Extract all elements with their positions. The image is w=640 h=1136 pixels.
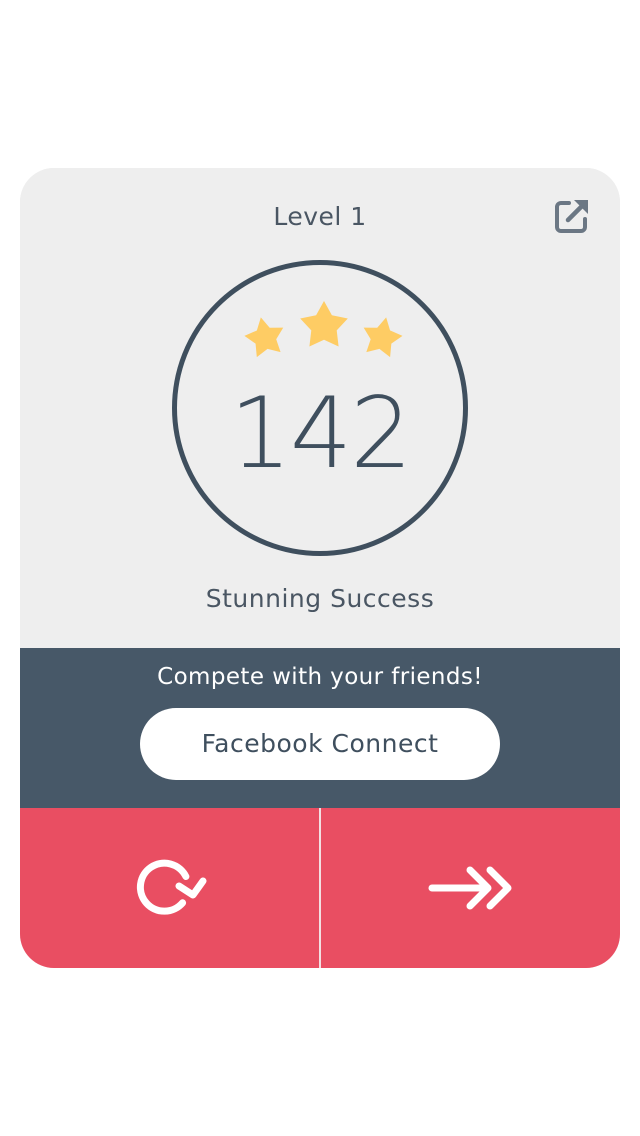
level-complete-card: Level 1 142 Stunning Success Compete wit…: [20, 168, 620, 968]
level-title: Level 1: [273, 202, 367, 231]
share-external-icon: [555, 200, 588, 233]
facebook-connect-button[interactable]: Facebook Connect: [140, 708, 500, 780]
result-label: Stunning Success: [205, 584, 435, 613]
star-icon: [244, 317, 284, 358]
action-bar: [20, 808, 620, 968]
retry-icon: [136, 859, 206, 915]
score-ring: 142: [172, 260, 468, 556]
score-value: 142: [229, 377, 412, 491]
star-icon: [363, 317, 403, 358]
star-icon: [300, 301, 348, 347]
social-panel: Compete with your friends! Facebook Conn…: [20, 648, 620, 808]
next-double-arrow-icon: [428, 866, 511, 910]
retry-button[interactable]: [20, 808, 319, 968]
share-button[interactable]: [552, 196, 592, 236]
next-level-button[interactable]: [321, 808, 620, 968]
social-prompt: Compete with your friends!: [157, 664, 483, 690]
score-panel: Level 1 142 Stunning Success: [20, 168, 620, 648]
